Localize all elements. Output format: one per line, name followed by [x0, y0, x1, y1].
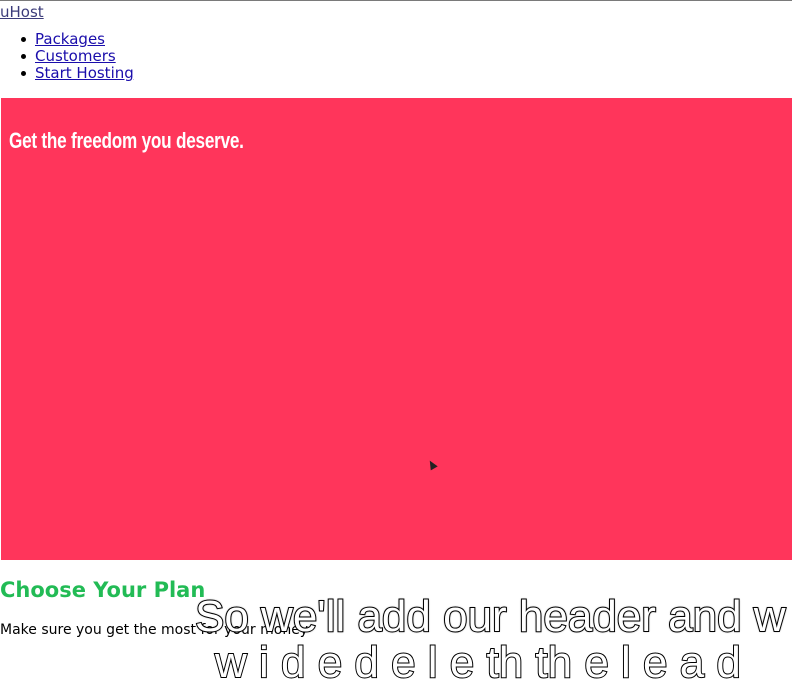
- main-nav: Packages Customers Start Hosting: [0, 31, 134, 82]
- nav-link-packages[interactable]: Packages: [35, 30, 105, 48]
- mouse-cursor-icon: [426, 458, 438, 471]
- nav-link-start-hosting[interactable]: Start Hosting: [35, 64, 134, 82]
- nav-item-start-hosting: Start Hosting: [0, 65, 134, 82]
- nav-item-packages: Packages: [0, 31, 134, 48]
- nav-item-customers: Customers: [0, 48, 134, 65]
- video-caption-line-1: So we'll add our header and w: [194, 591, 787, 642]
- plans-title: Choose Your Plan: [0, 578, 206, 602]
- nav-link-customers[interactable]: Customers: [35, 47, 116, 65]
- hero-section: Get the freedom you deserve.: [1, 98, 792, 560]
- hero-title: Get the freedom you deserve.: [9, 128, 244, 153]
- page-header: uHost: [0, 2, 44, 21]
- top-border: [0, 0, 792, 1]
- video-caption-line-2: w i d e d e l e th th e l e a d: [214, 637, 742, 688]
- brand-link[interactable]: uHost: [0, 3, 44, 21]
